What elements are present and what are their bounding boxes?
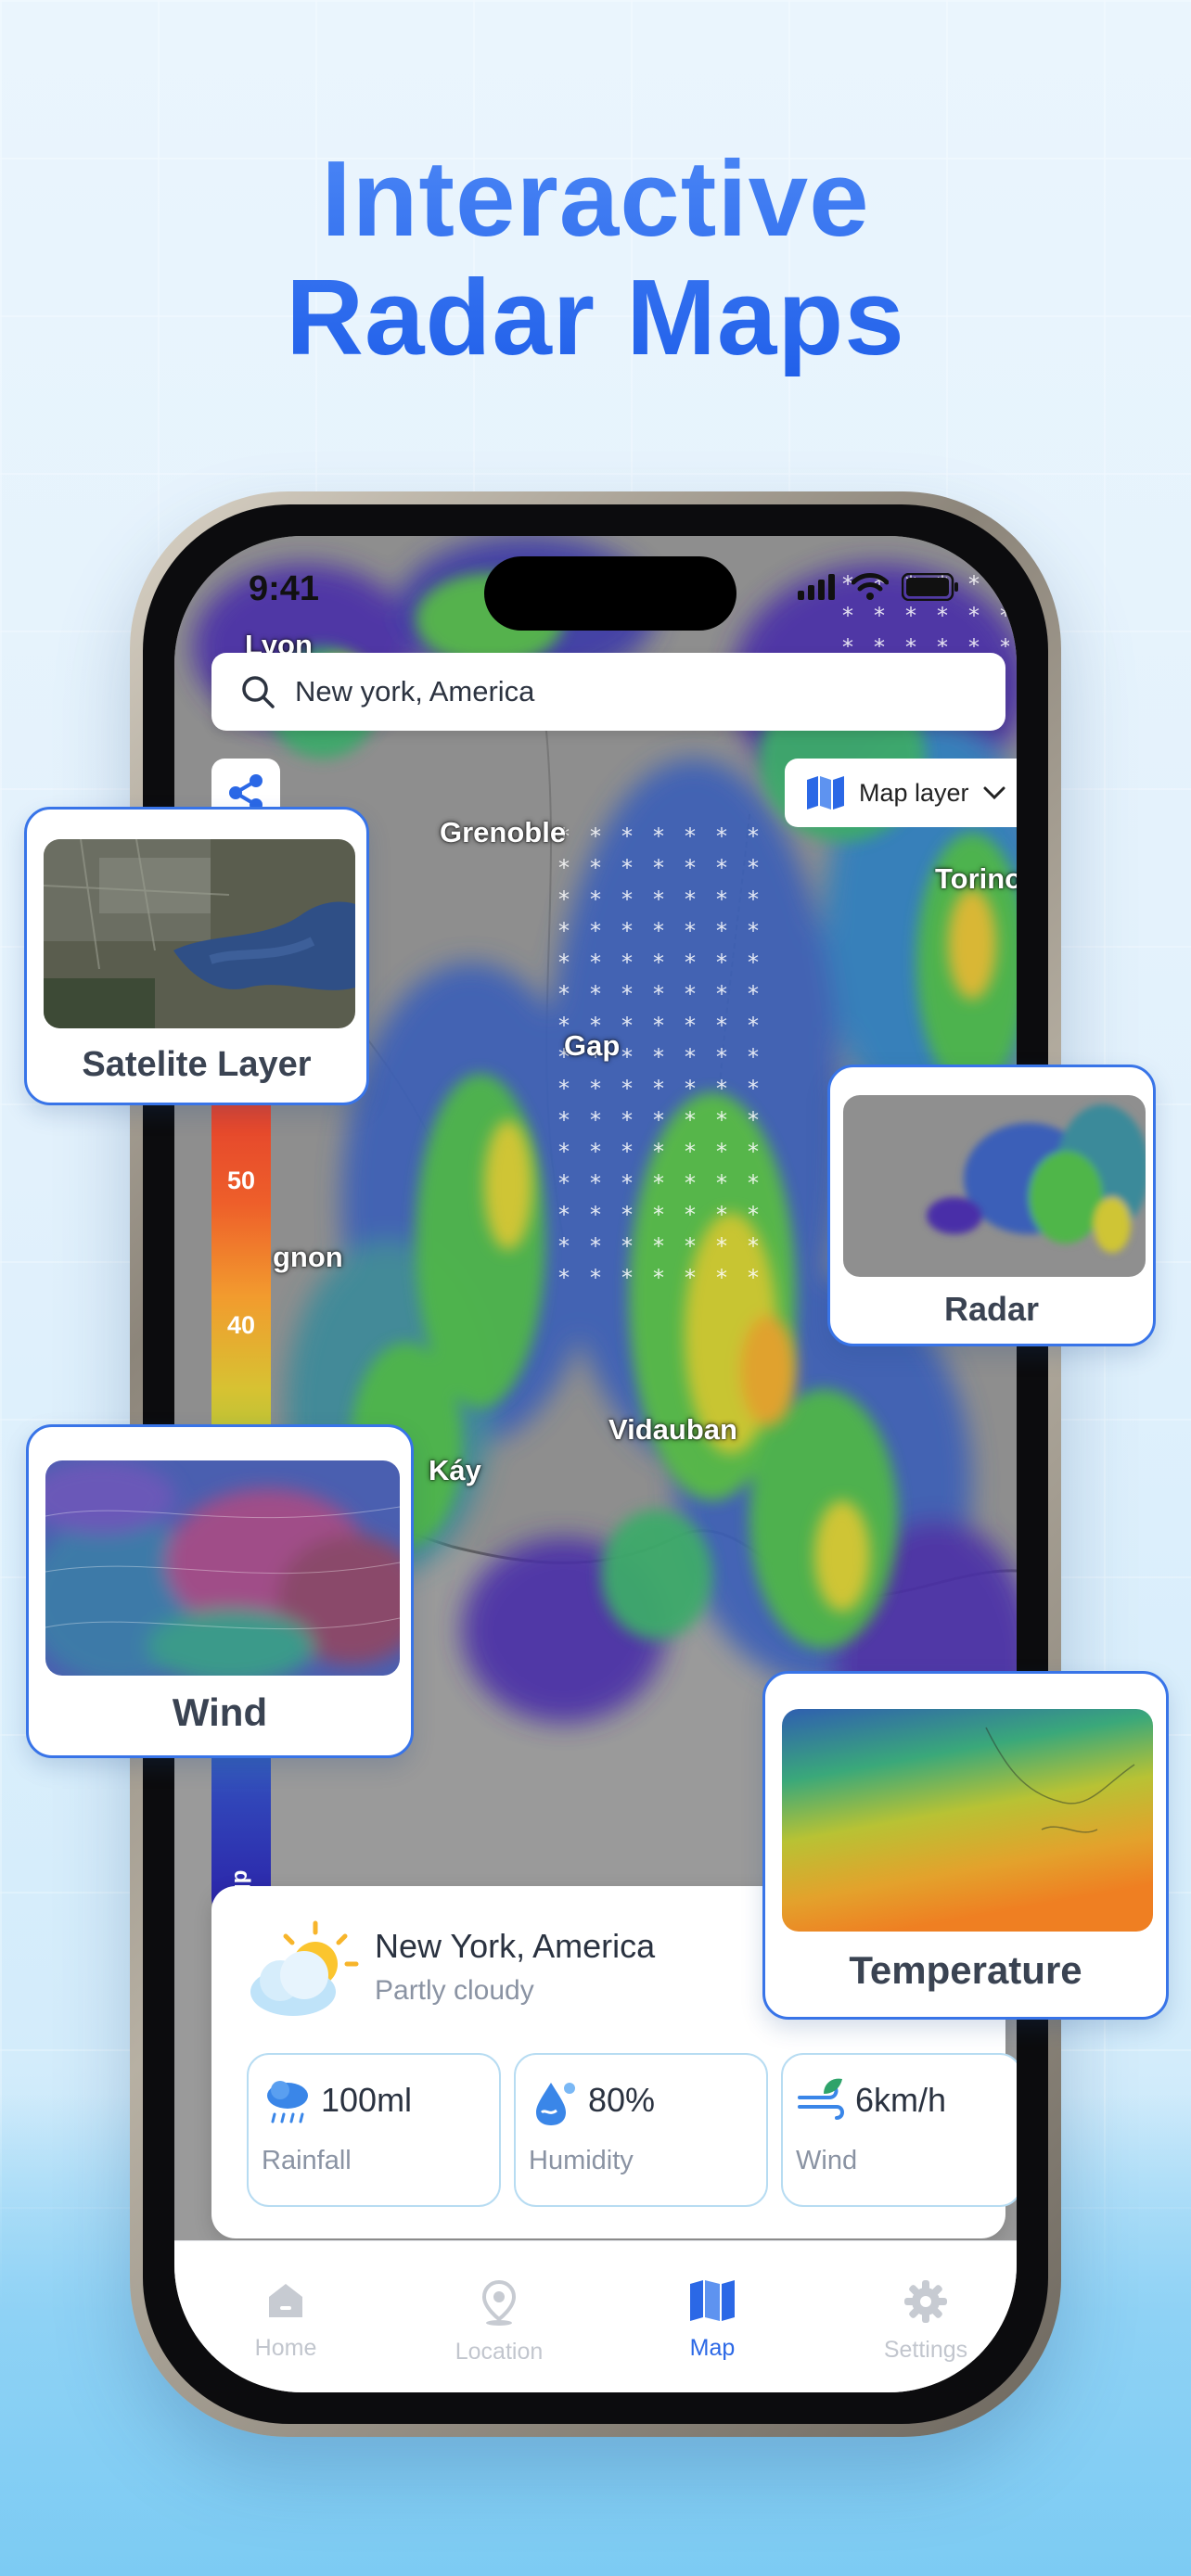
home-icon <box>269 2284 302 2317</box>
tab-home-label: Home <box>254 2335 317 2361</box>
search-input[interactable]: New york, America <box>295 675 534 708</box>
map-label-gap: Gap <box>564 1029 621 1062</box>
map-label-vidauban: Vidauban <box>608 1413 737 1446</box>
temperature-layer-title: Temperature <box>849 1948 1082 1992</box>
map-label-grenoble: Grenoble <box>440 816 567 848</box>
partly-cloudy-icon <box>250 1920 359 2016</box>
tab-settings-label: Settings <box>883 2337 968 2363</box>
wind-thumbnail <box>45 1460 400 1676</box>
map-label-kay: Káy <box>429 1454 481 1486</box>
chevron-down-icon <box>983 786 1005 800</box>
tab-location[interactable]: Location <box>406 2278 592 2366</box>
weather-condition: Partly cloudy <box>375 1975 534 2006</box>
wind-value: 6km/h <box>855 2081 947 2119</box>
humidity-value: 80% <box>588 2081 656 2119</box>
dbz-tick-40: 40 <box>226 1311 256 1339</box>
stat-tile-rainfall: 100ml Rainfall <box>247 2053 501 2207</box>
rain-cloud-icon <box>267 2081 308 2123</box>
radar-thumbnail <box>843 1095 1146 1277</box>
humidity-label: Humidity <box>529 2146 634 2175</box>
tab-map[interactable]: Map <box>620 2278 805 2362</box>
map-layer-label: Map layer <box>859 778 969 807</box>
rainfall-label: Rainfall <box>262 2146 352 2175</box>
map-label-torino: Torino <box>935 862 1017 895</box>
satellite-layer-card[interactable]: Satelite Layer <box>24 807 369 1105</box>
satellite-thumbnail <box>44 839 355 1028</box>
map-layer-dropdown[interactable]: Map layer <box>785 759 1017 827</box>
wind-label: Wind <box>796 2146 858 2175</box>
map-icon <box>690 2280 735 2321</box>
stat-tile-humidity: 80% Humidity <box>514 2053 768 2207</box>
headline-line-1: Interactive <box>321 138 870 259</box>
tab-settings[interactable]: Settings <box>833 2278 1017 2364</box>
status-time: 9:41 <box>249 569 320 608</box>
weather-location: New York, America <box>375 1927 656 1965</box>
tab-home[interactable]: Home <box>193 2278 378 2362</box>
cellular-signal-icon <box>798 574 835 600</box>
stat-tile-wind: 6km/h Wind <box>781 2053 1017 2207</box>
search-bar[interactable]: New york, America <box>211 653 1005 731</box>
gear-icon <box>904 2280 947 2323</box>
wind-layer-card[interactable]: Wind <box>26 1424 414 1758</box>
wind-layer-title: Wind <box>172 1690 268 1734</box>
wifi-icon <box>852 573 889 600</box>
radar-layer-card[interactable]: Radar <box>827 1065 1156 1346</box>
headline: Interactive Radar Maps <box>0 139 1191 376</box>
headline-line-2: Radar Maps <box>286 257 905 377</box>
dynamic-island <box>484 556 736 631</box>
tab-map-label: Map <box>689 2335 736 2361</box>
bottom-tab-bar: Home Location Map Settings <box>174 2240 1017 2392</box>
map-icon <box>807 776 844 810</box>
wind-icon <box>798 2078 844 2120</box>
map-label-avignon: gnon <box>273 1241 343 1273</box>
rainfall-value: 100ml <box>321 2081 413 2119</box>
humidity-drop-icon <box>536 2083 575 2125</box>
search-icon <box>242 676 275 708</box>
temperature-thumbnail <box>782 1709 1153 1932</box>
location-pin-icon <box>481 2279 517 2326</box>
battery-icon <box>902 573 958 601</box>
radar-layer-title: Radar <box>943 1290 1040 1328</box>
temperature-layer-card[interactable]: Temperature <box>762 1671 1169 2020</box>
tab-location-label: Location <box>455 2339 544 2365</box>
satellite-layer-title: Satelite Layer <box>82 1045 312 1084</box>
dbz-tick-50: 50 <box>226 1167 256 1194</box>
status-icons <box>798 573 959 601</box>
